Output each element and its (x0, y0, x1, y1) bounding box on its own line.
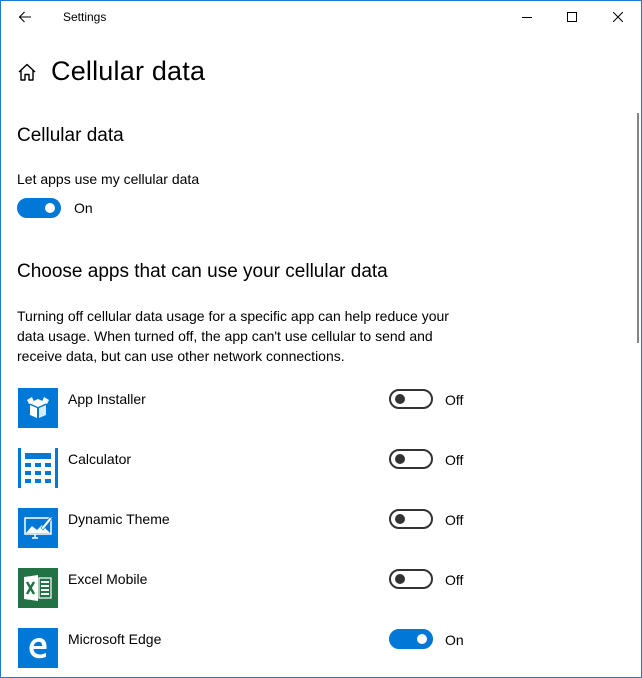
microsoft-edge-toggle[interactable] (389, 629, 433, 649)
page-header: Cellular data (17, 56, 205, 87)
home-icon[interactable] (17, 62, 37, 82)
app-name: Microsoft Edge (68, 631, 162, 647)
maximize-icon (567, 12, 577, 22)
app-name: Dynamic Theme (68, 511, 170, 527)
app-installer-icon (18, 388, 58, 428)
app-name: App Installer (68, 391, 146, 407)
app-toggle-state: Off (445, 392, 464, 408)
app-toggle-state: Off (445, 452, 464, 468)
app-name: Excel Mobile (68, 571, 148, 587)
cellular-data-toggle[interactable] (17, 198, 61, 218)
toggle-knob (395, 514, 405, 524)
toggle-knob (45, 203, 55, 213)
maximize-button[interactable] (549, 1, 595, 33)
close-button[interactable] (595, 1, 641, 33)
toggle-knob (417, 634, 427, 644)
calculator-icon (18, 448, 58, 488)
app-toggle-state: Off (445, 572, 464, 588)
app-name: Calculator (68, 451, 132, 467)
dynamic-theme-icon (18, 508, 58, 548)
cellular-toggle-state: On (74, 200, 93, 216)
settings-window: Settings Cellular data Cellular data Let… (0, 0, 642, 678)
excel-mobile-toggle[interactable] (389, 569, 433, 589)
back-arrow-icon (18, 11, 31, 23)
vertical-scrollbar[interactable] (637, 113, 639, 343)
title-bar: Settings (1, 1, 641, 33)
calculator-toggle[interactable] (389, 449, 433, 469)
apps-section-title: Choose apps that can use your cellular d… (17, 261, 388, 282)
toggle-knob (395, 454, 405, 464)
page-title: Cellular data (51, 56, 206, 86)
window-title: Settings (63, 10, 107, 24)
app-installer-toggle[interactable] (389, 389, 433, 409)
app-toggle-state: On (445, 632, 464, 648)
toggle-knob (395, 394, 405, 404)
close-icon (613, 12, 623, 22)
minimize-button[interactable] (504, 1, 550, 33)
app-toggle-state: Off (445, 512, 464, 528)
dynamic-theme-toggle[interactable] (389, 509, 433, 529)
minimize-icon (522, 17, 532, 18)
toggle-knob (395, 574, 405, 584)
back-button[interactable] (11, 5, 39, 29)
cellular-section-title: Cellular data (17, 125, 124, 146)
cellular-toggle-label: Let apps use my cellular data (17, 171, 200, 187)
excel-icon (18, 568, 58, 608)
edge-icon (18, 628, 58, 668)
apps-section-description: Turning off cellular data usage for a sp… (17, 308, 449, 364)
